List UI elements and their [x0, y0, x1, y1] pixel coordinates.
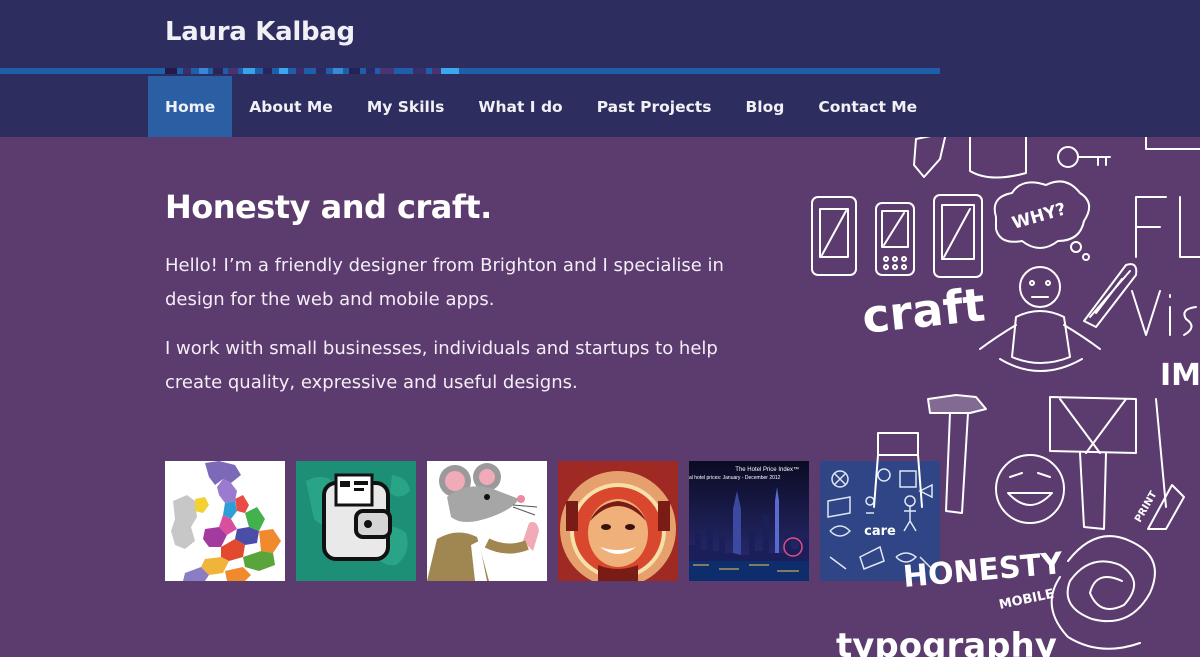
hero-title: Honesty and craft. — [165, 188, 492, 226]
thumbnail-rat-illustration[interactable] — [427, 461, 547, 581]
stripe-pixel — [263, 68, 272, 74]
stripe-pixel — [413, 68, 426, 74]
doodle-craft: craft — [860, 277, 988, 344]
nav-blog[interactable]: Blog — [728, 76, 801, 137]
nav-past-projects[interactable]: Past Projects — [580, 76, 729, 137]
stripe-pixel — [349, 68, 360, 74]
stripe-pixel — [279, 68, 288, 74]
stripe-pixel — [366, 68, 375, 74]
stripe-pixel — [432, 68, 441, 74]
nav-what-i-do[interactable]: What I do — [461, 76, 579, 137]
thumbnail-wallet-app[interactable] — [296, 461, 416, 581]
stripe-pixel — [183, 68, 191, 74]
stripe-pixel — [165, 68, 177, 74]
main-nav: Home About Me My Skills What I do Past P… — [148, 76, 934, 137]
hotel-caption-subtitle: al hotel prices: January - December 2012 — [689, 475, 781, 481]
thumbnail-uk-map[interactable] — [165, 461, 285, 581]
thumbnail-cosmonaut-poster[interactable] — [558, 461, 678, 581]
stripe-pixel — [333, 68, 343, 74]
stripe-pixel — [441, 68, 459, 74]
doodle-print: PRINT — [1133, 489, 1160, 524]
stripe-pixel — [199, 68, 208, 74]
hotel-caption-title: The Hotel Price Index™ — [735, 466, 799, 473]
nav-contact-me[interactable]: Contact Me — [801, 76, 934, 137]
doodle-mobile: MOBILE — [998, 587, 1056, 613]
doodle-im: IM — [1160, 358, 1200, 393]
site-title[interactable]: Laura Kalbag — [165, 17, 355, 47]
doodle-honesty: HONESTY — [902, 546, 1066, 595]
stripe-pixel — [380, 68, 394, 74]
doodle-why: WHY? — [1010, 199, 1069, 233]
stripe-pixel — [213, 68, 223, 74]
thumbnail-hotel-price-index[interactable]: The Hotel Price Index™ al hotel prices: … — [689, 461, 809, 581]
nav-my-skills[interactable]: My Skills — [350, 76, 462, 137]
nav-home[interactable]: Home — [148, 76, 233, 137]
site-header: Laura Kalbag Home About Me My Skills Wha… — [0, 0, 1200, 137]
stripe-pixel — [316, 68, 326, 74]
stripe-pixel — [243, 68, 255, 74]
hero-intro-paragraph: Hello! I’m a friendly designer from Brig… — [165, 255, 724, 310]
stripe-pixel — [228, 68, 238, 74]
doodle-illustration: craft WHY? HONESTY MOBILE typography IM … — [811, 137, 1200, 657]
nav-about-me[interactable]: About Me — [232, 76, 350, 137]
header-stripe — [0, 68, 940, 74]
hero-clients-paragraph: I work with small businesses, individual… — [165, 338, 718, 393]
stripe-pixel — [296, 68, 304, 74]
doodle-typography: typography — [836, 626, 1057, 657]
